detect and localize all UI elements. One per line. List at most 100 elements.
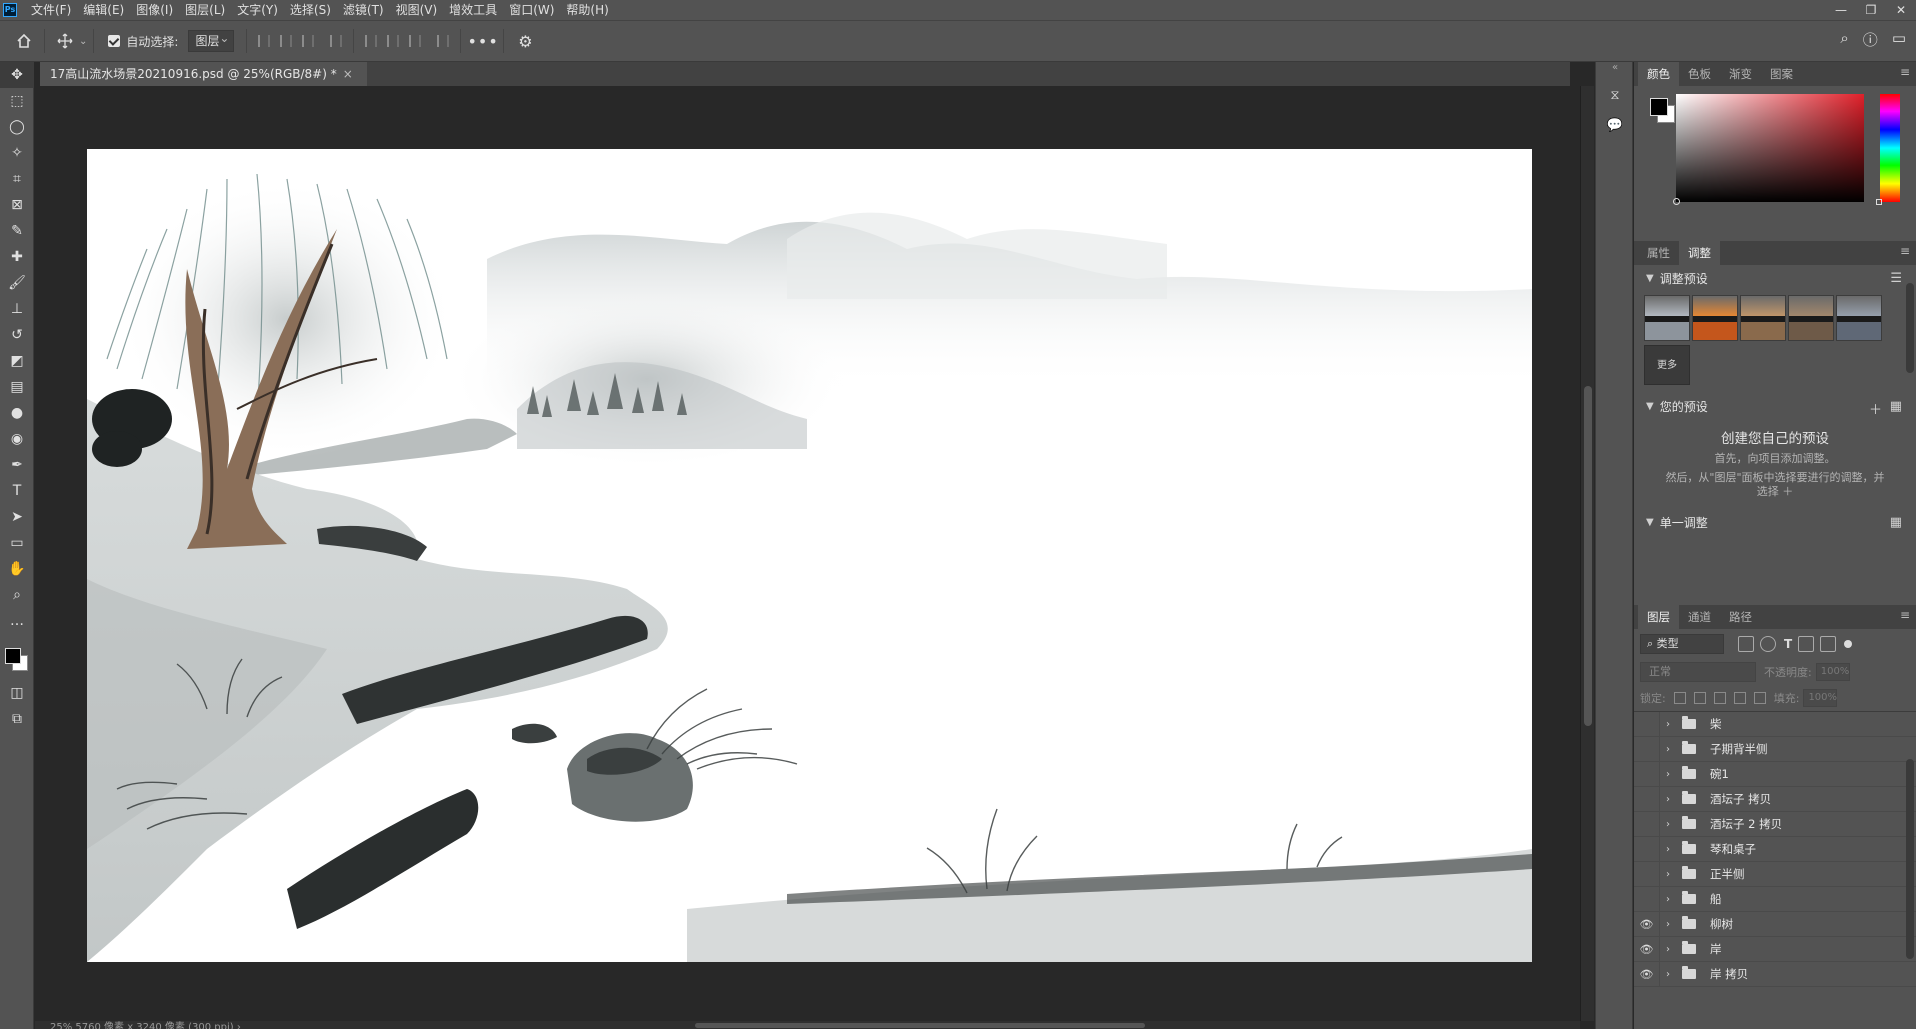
distribute-vertical-icon[interactable]: [325, 30, 347, 52]
collapse-panels-icon[interactable]: «: [1612, 62, 1618, 73]
layer-row[interactable]: › 正半侧: [1634, 861, 1916, 887]
layer-row[interactable]: › 酒坛子 2 拷贝: [1634, 811, 1916, 837]
grid-view-icon[interactable]: ▦: [1890, 515, 1902, 530]
rectangle-tool-icon[interactable]: ▭: [0, 530, 34, 556]
align-right-edges-icon[interactable]: [297, 30, 319, 52]
workspace-icon[interactable]: ▭: [1892, 29, 1906, 50]
gradient-tool-icon[interactable]: ▤: [0, 374, 34, 400]
menu-image[interactable]: 图像(I): [130, 0, 179, 20]
layer-row[interactable]: › 碗1: [1634, 761, 1916, 787]
layer-row[interactable]: 👁 › 岸: [1634, 936, 1916, 962]
layer-filter-dropdown[interactable]: ⌕ 类型: [1640, 634, 1724, 654]
eye-icon[interactable]: 👁: [1634, 936, 1660, 962]
gear-icon[interactable]: ⚙: [510, 32, 540, 51]
filter-type-icon[interactable]: T: [1784, 637, 1792, 651]
chevron-right-icon[interactable]: ›: [1666, 944, 1678, 955]
path-selection-tool-icon[interactable]: ➤: [0, 504, 34, 530]
tab-adjustments[interactable]: 调整: [1679, 241, 1720, 265]
preset-thumbnail[interactable]: [1644, 295, 1690, 341]
auto-select-target-dropdown[interactable]: 图层: [188, 28, 235, 52]
visibility-off-icon[interactable]: [1634, 861, 1660, 887]
align-bottom-edges-icon[interactable]: [404, 30, 426, 52]
blend-mode-dropdown[interactable]: 正常: [1640, 662, 1756, 682]
clone-stamp-tool-icon[interactable]: ⊥: [0, 296, 34, 322]
visibility-off-icon[interactable]: [1634, 811, 1660, 837]
menu-type[interactable]: 文字(Y): [231, 0, 284, 20]
preset-thumbnail[interactable]: [1788, 295, 1834, 341]
search-icon[interactable]: ⌕: [1840, 29, 1848, 50]
layer-row[interactable]: › 子期背半侧: [1634, 736, 1916, 762]
edit-toolbar-icon[interactable]: …: [0, 608, 34, 634]
scrollbar-thumb[interactable]: [1584, 386, 1592, 726]
tab-channels[interactable]: 通道: [1679, 605, 1720, 629]
add-preset-icon[interactable]: ＋: [1869, 399, 1882, 418]
lock-artboard-icon[interactable]: [1733, 692, 1746, 704]
crop-tool-icon[interactable]: ⌗: [0, 166, 34, 192]
lasso-tool-icon[interactable]: ◯: [0, 114, 34, 140]
menu-filter[interactable]: 滤镜(T): [337, 0, 390, 20]
layer-row[interactable]: › 琴和桌子: [1634, 836, 1916, 862]
menu-layer[interactable]: 图层(L): [179, 0, 231, 20]
close-window-button[interactable]: ✕: [1886, 0, 1916, 20]
filter-pixel-icon[interactable]: [1738, 636, 1754, 652]
history-brush-tool-icon[interactable]: ↺: [0, 322, 34, 348]
single-adjustment-header[interactable]: ▼ 单一调整 ▦: [1634, 509, 1916, 535]
preset-thumbnail[interactable]: [1692, 295, 1738, 341]
opacity-input[interactable]: 100%: [1815, 663, 1850, 681]
color-picker-field[interactable]: [1673, 94, 1864, 205]
hue-slider[interactable]: [1876, 94, 1900, 205]
eyedropper-tool-icon[interactable]: ✎: [0, 218, 34, 244]
tab-swatches[interactable]: 色板: [1679, 62, 1720, 86]
color-picker-marker[interactable]: [1673, 198, 1680, 205]
align-top-edges-icon[interactable]: [360, 30, 382, 52]
panel-menu-icon[interactable]: ≡: [1900, 65, 1910, 79]
healing-brush-tool-icon[interactable]: ✚: [0, 244, 34, 270]
frame-tool-icon[interactable]: ⊠: [0, 192, 34, 218]
fill-input[interactable]: 100%: [1803, 689, 1838, 707]
history-icon[interactable]: ⧖: [1596, 80, 1634, 110]
visibility-off-icon[interactable]: [1634, 761, 1660, 787]
canvas-horizontal-scrollbar[interactable]: [35, 1021, 1580, 1029]
screen-mode-icon[interactable]: ⧉: [0, 706, 34, 732]
eye-icon[interactable]: 👁: [1634, 911, 1660, 937]
move-tool-icon[interactable]: ✥: [0, 62, 34, 88]
chevron-right-icon[interactable]: ›: [1666, 969, 1678, 980]
brush-tool-icon[interactable]: 🖌: [0, 270, 34, 296]
quick-mask-icon[interactable]: ◫: [0, 680, 34, 706]
tab-color[interactable]: 颜色: [1638, 62, 1679, 86]
chevron-right-icon[interactable]: ›: [1666, 769, 1678, 780]
chevron-right-icon[interactable]: ›: [1666, 794, 1678, 805]
layer-row[interactable]: › 柴: [1634, 711, 1916, 737]
auto-select-checkbox[interactable]: [108, 35, 121, 47]
lock-image-icon[interactable]: [1693, 692, 1706, 704]
visibility-off-icon[interactable]: [1634, 786, 1660, 812]
eraser-tool-icon[interactable]: ◩: [0, 348, 34, 374]
canvas-workspace[interactable]: [35, 86, 1580, 1021]
scrollbar-thumb[interactable]: [695, 1023, 1145, 1028]
layer-row[interactable]: › 酒坛子 拷贝: [1634, 786, 1916, 812]
chevron-right-icon[interactable]: ›: [1666, 919, 1678, 930]
chevron-right-icon[interactable]: ›: [1666, 719, 1678, 730]
menu-help[interactable]: 帮助(H): [560, 0, 614, 20]
marquee-tool-icon[interactable]: ⬚: [0, 88, 34, 114]
tab-layers[interactable]: 图层: [1638, 605, 1679, 629]
document-canvas[interactable]: [87, 149, 1532, 962]
chevron-right-icon[interactable]: ›: [1666, 894, 1678, 905]
visibility-off-icon[interactable]: [1634, 711, 1660, 737]
eye-icon[interactable]: 👁: [1634, 961, 1660, 987]
preset-thumbnail[interactable]: [1740, 295, 1786, 341]
home-icon[interactable]: [10, 27, 38, 55]
tab-gradients[interactable]: 渐变: [1720, 62, 1761, 86]
list-view-icon[interactable]: ☰: [1890, 271, 1902, 286]
preset-thumbnail[interactable]: [1836, 295, 1882, 341]
layer-row[interactable]: 👁 › 柳树: [1634, 911, 1916, 937]
filter-toggle-icon[interactable]: [1844, 640, 1853, 648]
chevron-right-icon[interactable]: ›: [1666, 844, 1678, 855]
menu-file[interactable]: 文件(F): [25, 0, 77, 20]
tab-paths[interactable]: 路径: [1720, 605, 1761, 629]
visibility-off-icon[interactable]: [1634, 886, 1660, 912]
filter-shape-icon[interactable]: [1798, 636, 1815, 652]
lock-transparent-icon[interactable]: [1673, 692, 1686, 704]
chevron-right-icon[interactable]: ›: [1666, 869, 1678, 880]
restore-button[interactable]: ❐: [1856, 0, 1886, 20]
